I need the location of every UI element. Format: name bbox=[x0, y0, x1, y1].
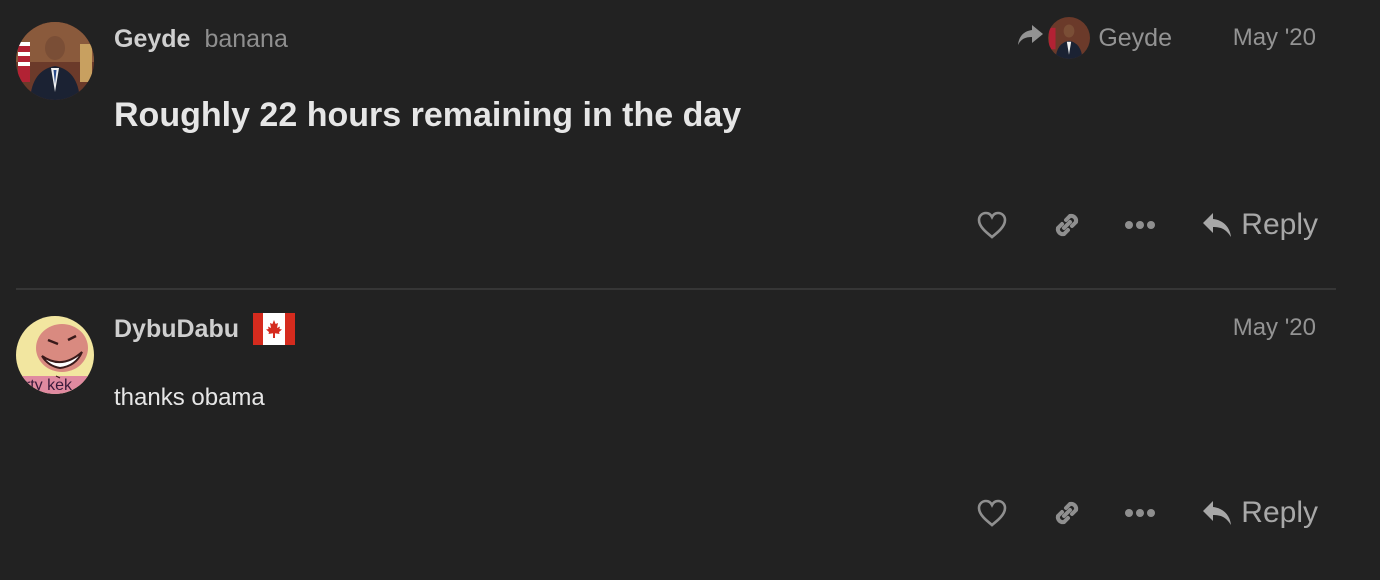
post-dybudabu: arty kek DybuDabu May '20 thanks obama R… bbox=[0, 290, 1340, 580]
copy-link-button[interactable] bbox=[1044, 209, 1090, 241]
avatar-dybudabu[interactable]: arty kek bbox=[16, 316, 94, 394]
link-icon bbox=[1056, 501, 1079, 525]
reply-label: Reply bbox=[1241, 496, 1318, 529]
username[interactable]: Geyde bbox=[114, 25, 190, 54]
more-actions-button[interactable] bbox=[1117, 220, 1163, 230]
reply-button[interactable]: Reply bbox=[1201, 496, 1318, 530]
post-actions: Reply bbox=[969, 202, 1318, 248]
post-header-names: DybuDabu bbox=[114, 310, 295, 348]
like-button[interactable] bbox=[969, 499, 1015, 527]
reply-arrow-icon bbox=[1203, 501, 1232, 525]
post-geyde: Geyde banana Geyde May '20 Roughly 22 ho… bbox=[0, 0, 1340, 290]
heart-icon bbox=[977, 211, 1007, 239]
reply-to-username: Geyde bbox=[1098, 23, 1172, 52]
like-button[interactable] bbox=[969, 211, 1015, 239]
reply-arrow-icon bbox=[1203, 213, 1232, 237]
post-body: thanks obama bbox=[114, 384, 265, 411]
reply-button[interactable]: Reply bbox=[1201, 208, 1318, 242]
link-icon bbox=[1056, 213, 1079, 237]
avatar-text: arty kek bbox=[16, 377, 73, 394]
heart-icon bbox=[977, 499, 1007, 527]
ellipsis-icon bbox=[1125, 221, 1156, 229]
post-header-names: Geyde banana bbox=[114, 22, 288, 56]
post-actions: Reply bbox=[969, 490, 1318, 536]
canada-flag-icon bbox=[253, 313, 295, 345]
reply-label: Reply bbox=[1241, 208, 1318, 241]
avatar-geyde[interactable] bbox=[16, 22, 94, 100]
post-date[interactable]: May '20 bbox=[1233, 24, 1316, 52]
copy-link-button[interactable] bbox=[1044, 497, 1090, 529]
reply-to-avatar bbox=[1048, 17, 1091, 59]
username[interactable]: DybuDabu bbox=[114, 315, 239, 344]
post-body: Roughly 22 hours remaining in the day bbox=[114, 96, 742, 134]
user-title: banana bbox=[204, 24, 288, 53]
more-actions-button[interactable] bbox=[1117, 508, 1163, 518]
share-arrow-icon bbox=[1016, 23, 1044, 54]
reply-to-tab[interactable]: Geyde bbox=[1016, 16, 1172, 60]
ellipsis-icon bbox=[1125, 509, 1156, 517]
post-date[interactable]: May '20 bbox=[1233, 314, 1316, 342]
